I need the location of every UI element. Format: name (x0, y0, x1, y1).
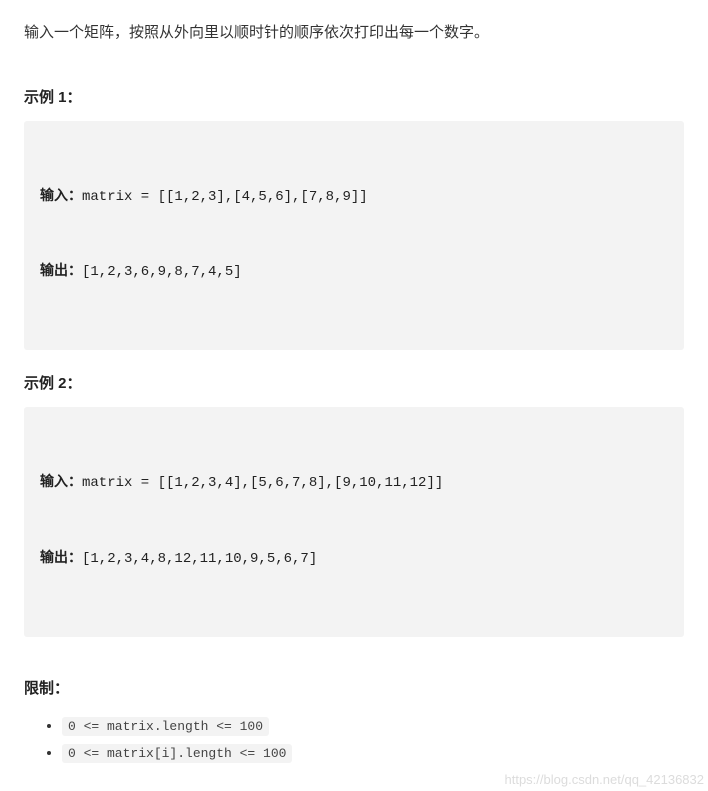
example1-code: 输入：matrix = [[1,2,3],[4,5,6],[7,8,9]] 输出… (24, 121, 684, 351)
problem-description: 输入一个矩阵，按照从外向里以顺时针的顺序依次打印出每一个数字。 (24, 20, 684, 46)
example1-output-line: 输出：[1,2,3,6,9,8,7,4,5] (40, 260, 668, 285)
input-label: 输入： (40, 475, 82, 491)
output-label: 输出： (40, 551, 82, 567)
limits-list: 0 <= matrix.length <= 100 0 <= matrix[i]… (24, 712, 684, 767)
list-item: 0 <= matrix.length <= 100 (62, 712, 684, 740)
example1-output-value: [1,2,3,6,9,8,7,4,5] (82, 264, 242, 280)
list-item: 0 <= matrix[i].length <= 100 (62, 739, 684, 767)
example1-input-line: 输入：matrix = [[1,2,3],[4,5,6],[7,8,9]] (40, 185, 668, 210)
example2-input-line: 输入：matrix = [[1,2,3,4],[5,6,7,8],[9,10,1… (40, 471, 668, 496)
example2-heading: 示例 2： (24, 372, 684, 393)
limits-heading: 限制： (24, 677, 684, 698)
document-body: 输入一个矩阵，按照从外向里以顺时针的顺序依次打印出每一个数字。 示例 1： 输入… (0, 0, 708, 791)
output-label: 输出： (40, 264, 82, 280)
limit-code: 0 <= matrix[i].length <= 100 (62, 744, 292, 763)
input-label: 输入： (40, 189, 82, 205)
example2-input-value: matrix = [[1,2,3,4],[5,6,7,8],[9,10,11,1… (82, 475, 443, 491)
limit-code: 0 <= matrix.length <= 100 (62, 717, 269, 736)
example1-heading: 示例 1： (24, 86, 684, 107)
example2-output-value: [1,2,3,4,8,12,11,10,9,5,6,7] (82, 551, 317, 567)
example1-input-value: matrix = [[1,2,3],[4,5,6],[7,8,9]] (82, 189, 368, 205)
example2-code: 输入：matrix = [[1,2,3,4],[5,6,7,8],[9,10,1… (24, 407, 684, 637)
